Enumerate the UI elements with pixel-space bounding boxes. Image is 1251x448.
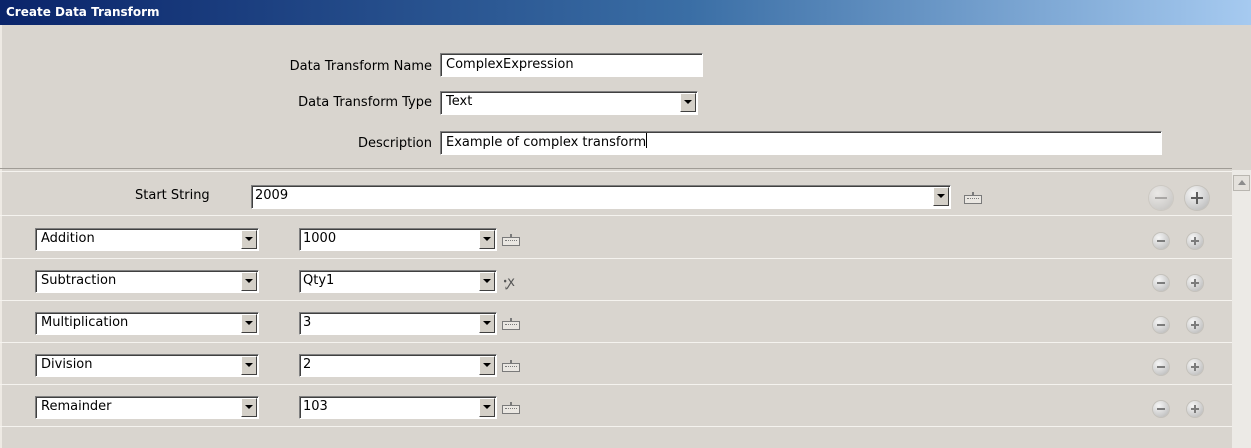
operator-value: Multiplication — [41, 315, 129, 330]
scroll-up-arrow-icon[interactable] — [1233, 175, 1250, 191]
operator-value: Division — [41, 357, 93, 372]
field-variable-icon[interactable]: ꞏꭙ — [503, 272, 515, 291]
operand-value: 3 — [303, 315, 312, 330]
operator-value: Remainder — [41, 399, 112, 414]
remove-row-icon[interactable] — [1153, 275, 1169, 291]
transform-name-input[interactable]: ComplexExpression — [440, 53, 703, 77]
remove-row-icon[interactable] — [1153, 233, 1169, 249]
add-row-icon[interactable] — [1187, 275, 1203, 291]
operand-combo[interactable]: 3 — [299, 312, 497, 335]
dialog-title: Create Data Transform — [6, 5, 160, 19]
operand-combo[interactable]: Qty1 — [299, 270, 497, 293]
operand-value: 103 — [303, 399, 328, 414]
transform-properties-section: Data Transform Name ComplexExpression Da… — [0, 25, 1251, 168]
remove-row-icon[interactable] — [1153, 401, 1169, 417]
dialog-title-bar: Create Data Transform — [0, 0, 1251, 25]
transform-type-value: Text — [446, 94, 473, 109]
add-row-icon[interactable] — [1185, 186, 1209, 210]
operand-combo[interactable]: 103 — [299, 396, 497, 419]
row-separator — [0, 258, 1232, 259]
start-string-label: Start String — [135, 188, 210, 203]
row-separator — [0, 426, 1232, 427]
chevron-down-icon[interactable] — [680, 93, 696, 112]
add-row-icon[interactable] — [1187, 233, 1203, 249]
transform-type-label: Data Transform Type — [298, 95, 432, 110]
description-input[interactable]: Example of complex transform — [440, 131, 1162, 155]
chevron-down-icon[interactable] — [479, 314, 495, 333]
add-row-icon[interactable] — [1187, 359, 1203, 375]
operator-select[interactable]: Multiplication — [35, 312, 259, 335]
transform-type-select[interactable]: Text — [440, 91, 698, 115]
chevron-down-icon[interactable] — [241, 230, 257, 249]
keyboard-icon[interactable] — [501, 402, 521, 414]
operand-value: 1000 — [303, 231, 337, 246]
chevron-down-icon[interactable] — [241, 314, 257, 333]
section-divider — [0, 168, 1232, 172]
description-value: Example of complex transform — [446, 135, 647, 150]
remove-row-icon[interactable] — [1149, 186, 1173, 210]
operand-value: 2 — [303, 357, 312, 372]
chevron-down-icon[interactable] — [479, 398, 495, 417]
keyboard-icon[interactable] — [501, 234, 521, 246]
row-separator — [0, 342, 1232, 343]
keyboard-icon[interactable] — [501, 318, 521, 330]
remove-row-icon[interactable] — [1153, 359, 1169, 375]
row-separator — [0, 384, 1232, 385]
add-row-icon[interactable] — [1187, 401, 1203, 417]
description-label: Description — [357, 136, 432, 151]
operator-select[interactable]: Subtraction — [35, 270, 259, 293]
vertical-scrollbar[interactable] — [1232, 170, 1251, 448]
transform-name-label: Data Transform Name — [289, 59, 432, 74]
keyboard-icon[interactable] — [963, 192, 983, 204]
operator-value: Addition — [41, 231, 95, 246]
chevron-down-icon[interactable] — [241, 272, 257, 291]
start-string-value: 2009 — [255, 188, 289, 203]
operator-value: Subtraction — [41, 273, 117, 288]
chevron-down-icon[interactable] — [479, 272, 495, 291]
chevron-down-icon[interactable] — [479, 230, 495, 249]
remove-row-icon[interactable] — [1153, 317, 1169, 333]
keyboard-icon[interactable] — [501, 360, 521, 372]
chevron-down-icon[interactable] — [241, 398, 257, 417]
chevron-down-icon[interactable] — [241, 356, 257, 375]
operand-combo[interactable]: 1000 — [299, 228, 497, 251]
add-row-icon[interactable] — [1187, 317, 1203, 333]
chevron-down-icon[interactable] — [479, 356, 495, 375]
operand-combo[interactable]: 2 — [299, 354, 497, 377]
operator-select[interactable]: Remainder — [35, 396, 259, 419]
start-string-combo[interactable]: 2009 — [251, 185, 951, 209]
operator-select[interactable]: Addition — [35, 228, 259, 251]
row-separator — [0, 215, 1232, 216]
chevron-down-icon[interactable] — [933, 187, 949, 206]
text-caret — [646, 133, 648, 148]
operand-value: Qty1 — [303, 273, 335, 288]
row-separator — [0, 300, 1232, 301]
operator-select[interactable]: Division — [35, 354, 259, 377]
